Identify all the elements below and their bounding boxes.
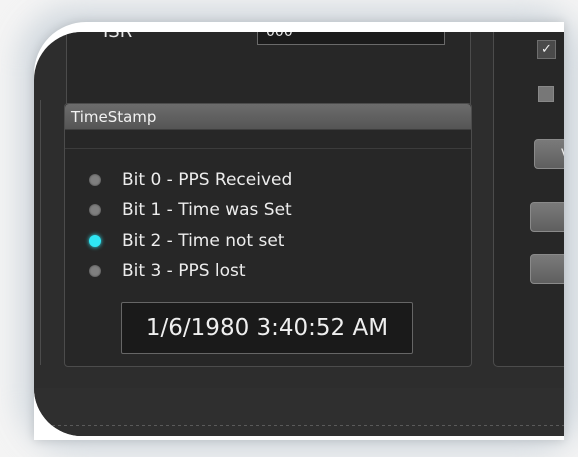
bit-3-led-icon [89, 265, 101, 277]
app-screen: ISR 000 TimeStamp Bit 0 - PPS Received B… [34, 32, 564, 436]
bottom-status-bar [34, 388, 564, 436]
bit-row-0: Bit 0 - PPS Received [89, 168, 292, 192]
header-divider [65, 148, 471, 149]
timestamp-header: TimeStamp [65, 104, 471, 130]
right-control-panel: ✓ V [493, 32, 564, 367]
isr-panel: ISR 000 [66, 32, 471, 114]
bit-0-label: Bit 0 - PPS Received [122, 170, 293, 190]
bit-row-3: Bit 3 - PPS lost [89, 259, 246, 283]
checkbox-unchecked[interactable] [538, 86, 554, 102]
bit-0-led-icon [89, 174, 101, 186]
left-panel-edge [34, 100, 41, 365]
bit-1-led-icon [89, 204, 101, 216]
bit-2-label: Bit 2 - Time not set [122, 231, 285, 251]
isr-label: ISR [103, 32, 132, 42]
isr-value-field[interactable]: 000 [257, 32, 445, 45]
right-button-3[interactable] [530, 254, 564, 284]
bit-row-1: Bit 1 - Time was Set [89, 198, 292, 222]
bit-1-label: Bit 1 - Time was Set [122, 200, 292, 220]
bit-3-label: Bit 3 - PPS lost [122, 261, 246, 281]
bottom-dotted-divider [34, 425, 564, 426]
bit-row-2: Bit 2 - Time not set [89, 229, 284, 253]
bit-2-led-icon [89, 235, 101, 247]
timestamp-datetime-display: 1/6/1980 3:40:52 AM [121, 302, 413, 354]
timestamp-panel: TimeStamp Bit 0 - PPS Received Bit 1 - T… [64, 103, 472, 367]
right-button-1[interactable]: V [534, 139, 564, 169]
checkbox-checked[interactable]: ✓ [537, 40, 556, 59]
right-button-2[interactable] [530, 202, 564, 232]
